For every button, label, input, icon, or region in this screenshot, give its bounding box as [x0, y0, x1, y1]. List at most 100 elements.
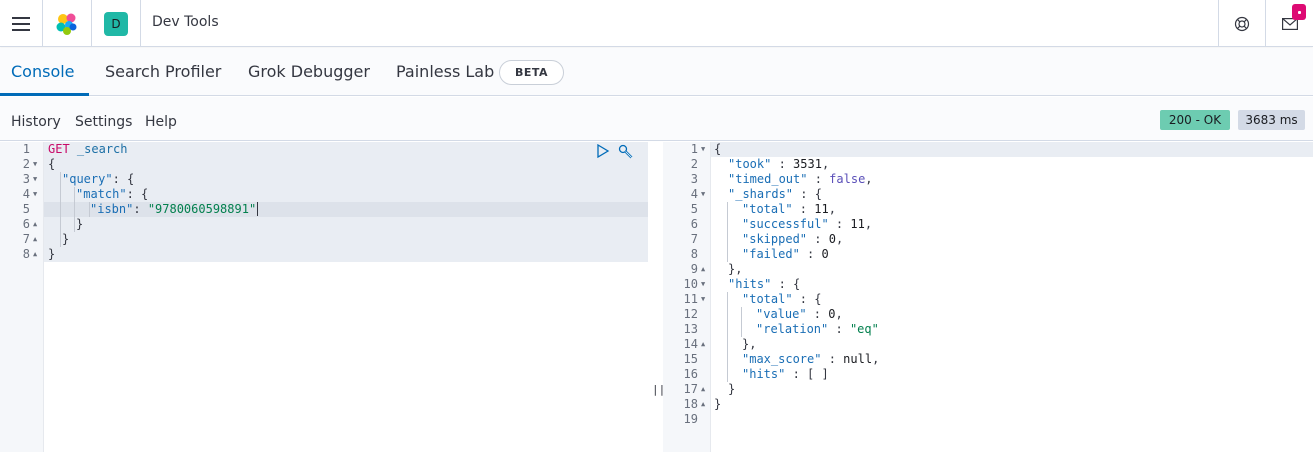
line-number: 3 [22, 172, 30, 186]
code-line: "failed" : 0 [742, 247, 829, 261]
code-token: { [714, 142, 722, 156]
fold-open-icon[interactable]: ▼ [701, 277, 705, 292]
indent-guide [60, 172, 61, 247]
fold-open-icon[interactable]: ▼ [33, 157, 37, 172]
settings-link[interactable]: Settings [75, 114, 132, 130]
line-number: 7 [690, 232, 698, 246]
code-line: "relation" : "eq" [756, 322, 879, 336]
text-cursor [257, 202, 259, 216]
fold-open-icon[interactable]: ▼ [701, 292, 705, 307]
code-line: { [48, 157, 55, 172]
line-number: 19 [683, 412, 698, 426]
json-key: "took" [728, 157, 772, 171]
line-number: 1 [22, 142, 30, 156]
code-line: "skipped" : 0, [742, 232, 844, 246]
line-number: 2 [22, 157, 30, 171]
json-number: 0 [821, 247, 829, 261]
fold-open-icon[interactable]: ▼ [33, 172, 37, 187]
json-key: "total" [742, 202, 793, 216]
fold-close-icon[interactable]: ▲ [33, 232, 37, 247]
fold-open-icon[interactable]: ▼ [701, 187, 705, 202]
indent-guide [74, 187, 75, 232]
request-path: _search [76, 142, 128, 156]
json-key: "isbn" [90, 202, 134, 216]
menu-button[interactable] [0, 0, 42, 47]
code-line: "total" : { [742, 292, 822, 306]
line-number: 5 [690, 202, 698, 216]
code-line: "max_score" : null, [742, 352, 880, 366]
indent-guide [741, 307, 742, 337]
response-editor[interactable]: 1 ▼ 2 3 4 ▼ 5 6 7 8 9 ▲ 10 ▼ 11 ▼ 12 13 … [663, 142, 1313, 452]
json-number: 3531 [793, 157, 822, 171]
line-number: 16 [683, 367, 698, 381]
line-number: 1 [690, 142, 698, 156]
code-line: "query": { [62, 172, 134, 187]
request-code[interactable]: GET _search { "query": { "match": { "isb… [44, 142, 648, 452]
active-tab-indicator [0, 93, 89, 96]
line-number: 6 [690, 217, 698, 231]
help-menu-button[interactable] [1219, 0, 1265, 47]
code-line: } [728, 382, 735, 397]
line-number: 6 [22, 217, 30, 231]
history-link[interactable]: History [11, 114, 61, 130]
fold-close-icon[interactable]: ▲ [33, 217, 37, 232]
home-logo-link[interactable] [43, 0, 91, 47]
json-key: "timed_out" [728, 172, 808, 186]
fold-close-icon[interactable]: ▲ [701, 262, 705, 277]
json-array: [ ] [807, 367, 829, 381]
code-token: : [133, 202, 148, 216]
tab-console[interactable]: Console [11, 48, 75, 96]
fold-close-icon[interactable]: ▲ [701, 382, 705, 397]
top-header: D Dev Tools [0, 0, 1313, 47]
line-number: 14 [683, 337, 698, 351]
code-line: "timed_out" : false, [728, 172, 873, 186]
json-number: 11 [814, 202, 829, 216]
request-actions [596, 144, 634, 160]
tab-grok-debugger[interactable]: Grok Debugger [248, 48, 370, 96]
code-line: "hits" : { [728, 277, 801, 291]
fold-close-icon[interactable]: ▲ [701, 397, 705, 412]
line-number: 2 [690, 157, 698, 171]
code-line: }, [742, 337, 756, 352]
console-menu: History Settings Help 200 - OK 3683 ms [0, 97, 1313, 141]
request-editor[interactable]: 1 2 ▼ 3 ▼ 4 ▼ 5 6 ▲ 7 ▲ 8 ▲ GET _search … [0, 142, 648, 452]
json-key: "max_score" [742, 352, 822, 366]
help-link[interactable]: Help [145, 114, 177, 130]
line-number: 5 [22, 202, 30, 216]
line-number: 15 [683, 352, 698, 366]
code-token: } [714, 397, 722, 411]
page-title: Dev Tools [152, 14, 219, 30]
tab-painless-lab[interactable]: Painless Lab [396, 48, 494, 96]
request-time-badge: 3683 ms [1238, 110, 1305, 130]
fold-close-icon[interactable]: ▲ [33, 247, 37, 262]
code-line: "successful" : 11, [742, 217, 873, 231]
play-icon[interactable] [596, 144, 610, 158]
wrench-icon[interactable] [618, 144, 634, 160]
json-key: "hits" [742, 367, 786, 381]
code-line: }, [728, 262, 742, 277]
space-avatar: D [104, 11, 128, 36]
json-key: "query" [62, 172, 113, 186]
notification-badge [1292, 4, 1306, 20]
fold-open-icon[interactable]: ▼ [701, 142, 705, 157]
fold-close-icon[interactable]: ▲ [701, 337, 705, 352]
json-key: "skipped" [742, 232, 808, 246]
line-number: 11 [683, 292, 698, 306]
code-line: "total" : 11, [742, 202, 836, 216]
dev-tools-tabs: Console Search Profiler Grok Debugger Pa… [0, 48, 1313, 96]
line-number: 3 [690, 172, 698, 186]
code-line: } [714, 397, 721, 412]
newsfeed-button[interactable] [1266, 0, 1313, 47]
response-code[interactable]: { "took" : 3531, "timed_out" : false, "_… [711, 142, 1313, 452]
tab-search-profiler[interactable]: Search Profiler [105, 48, 221, 96]
json-string: "eq" [849, 322, 879, 336]
space-selector[interactable]: D [92, 0, 140, 47]
editor-resizer[interactable] [648, 142, 663, 452]
line-number: 12 [683, 307, 698, 321]
indent-guide [727, 202, 728, 262]
code-line: "match": { [76, 187, 148, 202]
fold-open-icon[interactable]: ▼ [33, 187, 37, 202]
code-token: } [76, 217, 84, 231]
beta-badge: BETA [499, 60, 564, 85]
code-token: { [48, 157, 56, 171]
